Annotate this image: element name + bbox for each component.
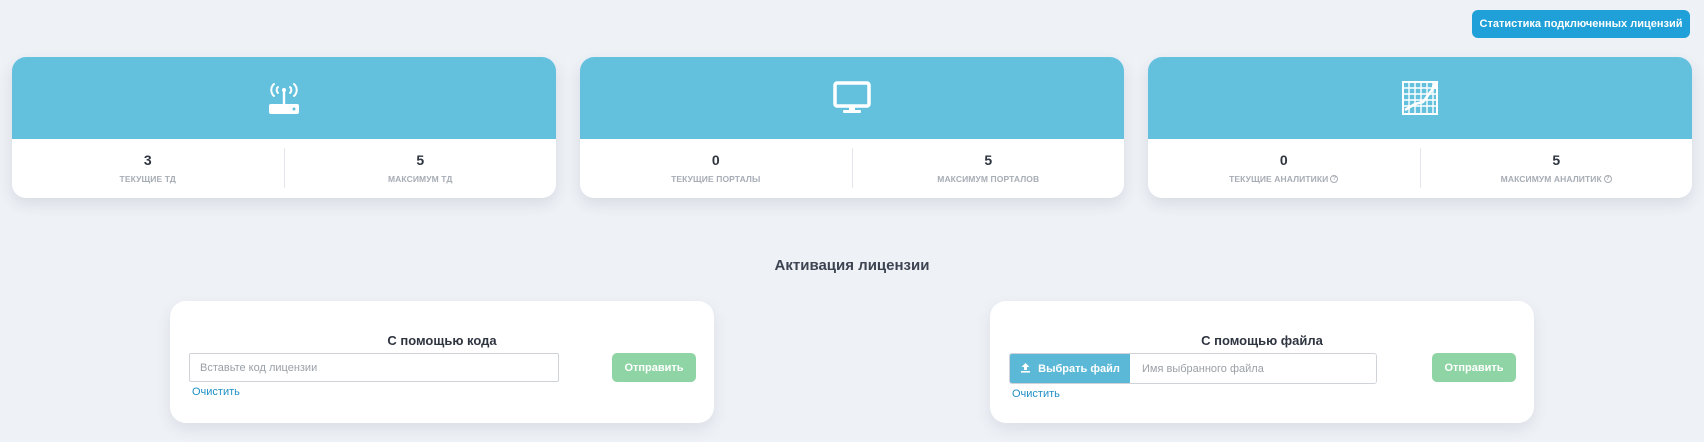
stat-label: ТЕКУЩИЕ ТД bbox=[120, 174, 176, 184]
license-statistics-button[interactable]: Статистика подключенных лицензий bbox=[1472, 10, 1690, 38]
stat-label-text: МАКСИМУМ ПОРТАЛОВ bbox=[937, 174, 1040, 184]
choose-file-button[interactable]: Выбрать файл bbox=[1010, 354, 1130, 383]
upload-icon bbox=[1020, 362, 1031, 376]
analytics-chart-icon bbox=[1401, 80, 1439, 116]
current-portals: 0 ТЕКУЩИЕ ПОРТАЛЫ bbox=[580, 148, 852, 188]
stat-label: ТЕКУЩИЕ ПОРТАЛЫ bbox=[671, 174, 760, 184]
max-portals: 5 МАКСИМУМ ПОРТАЛОВ bbox=[851, 148, 1125, 188]
send-code-button[interactable]: Отправить bbox=[612, 353, 696, 382]
max-analytics: 5 МАКСИМУМ АНАЛИТИК ? bbox=[1419, 148, 1693, 188]
stat-value: 5 bbox=[1552, 152, 1561, 168]
max-access-points: 5 МАКСИМУМ ТД bbox=[283, 148, 557, 188]
panel-title: С помощью кода bbox=[387, 333, 497, 348]
license-code-input[interactable] bbox=[189, 353, 559, 382]
send-file-button[interactable]: Отправить bbox=[1432, 353, 1516, 382]
analytics-card: 0 ТЕКУЩИЕ АНАЛИТИКИ ? 5 МАКСИМУМ АНАЛИТИ… bbox=[1148, 57, 1692, 198]
clear-code-link[interactable]: Очистить bbox=[192, 386, 240, 398]
clear-file-link[interactable]: Очистить bbox=[1012, 388, 1060, 400]
activation-title: Активация лицензии bbox=[774, 257, 930, 274]
stat-value: 0 bbox=[711, 152, 720, 168]
selected-file-name-field[interactable] bbox=[1130, 354, 1376, 383]
question-circle-icon[interactable]: ? bbox=[1330, 175, 1339, 183]
stat-value: 0 bbox=[1279, 152, 1288, 168]
activation-by-file-panel: С помощью файла Выбрать файл Очистить От… bbox=[990, 301, 1534, 423]
stat-label: МАКСИМУМ ТД bbox=[388, 174, 453, 184]
choose-file-label: Выбрать файл bbox=[1038, 362, 1120, 375]
portals-card: 0 ТЕКУЩИЕ ПОРТАЛЫ 5 МАКСИМУМ ПОРТАЛОВ bbox=[580, 57, 1124, 198]
stat-label-text: МАКСИМУМ ТД bbox=[388, 174, 453, 184]
access-points-card: 3 ТЕКУЩИЕ ТД 5 МАКСИМУМ ТД bbox=[12, 57, 556, 198]
stat-label-text: ТЕКУЩИЕ ТД bbox=[119, 174, 176, 184]
question-circle-icon[interactable]: ? bbox=[1603, 175, 1612, 183]
stat-value: 5 bbox=[984, 152, 993, 168]
stat-value: 5 bbox=[416, 152, 425, 168]
stat-label: ТЕКУЩИЕ АНАЛИТИКИ ? bbox=[1229, 174, 1339, 184]
stat-label-text: МАКСИМУМ АНАЛИТИК bbox=[1500, 174, 1602, 184]
panel-title: С помощью файла bbox=[1201, 333, 1323, 348]
stat-label: МАКСИМУМ АНАЛИТИК ? bbox=[1501, 174, 1612, 184]
router-icon bbox=[265, 80, 303, 116]
activation-by-code-panel: С помощью кода Очистить Отправить bbox=[170, 301, 714, 423]
current-access-points: 3 ТЕКУЩИЕ ТД bbox=[12, 148, 284, 188]
current-analytics: 0 ТЕКУЩИЕ АНАЛИТИКИ ? bbox=[1148, 148, 1420, 188]
file-picker: Выбрать файл bbox=[1009, 353, 1377, 384]
card-header bbox=[580, 57, 1124, 139]
stat-label-text: ТЕКУЩИЕ АНАЛИТИКИ bbox=[1229, 174, 1329, 184]
card-header bbox=[12, 57, 556, 139]
stat-label: МАКСИМУМ ПОРТАЛОВ bbox=[937, 174, 1039, 184]
stat-value: 3 bbox=[143, 152, 152, 168]
stat-label-text: ТЕКУЩИЕ ПОРТАЛЫ bbox=[671, 174, 761, 184]
monitor-icon bbox=[833, 81, 871, 115]
card-header bbox=[1148, 57, 1692, 139]
